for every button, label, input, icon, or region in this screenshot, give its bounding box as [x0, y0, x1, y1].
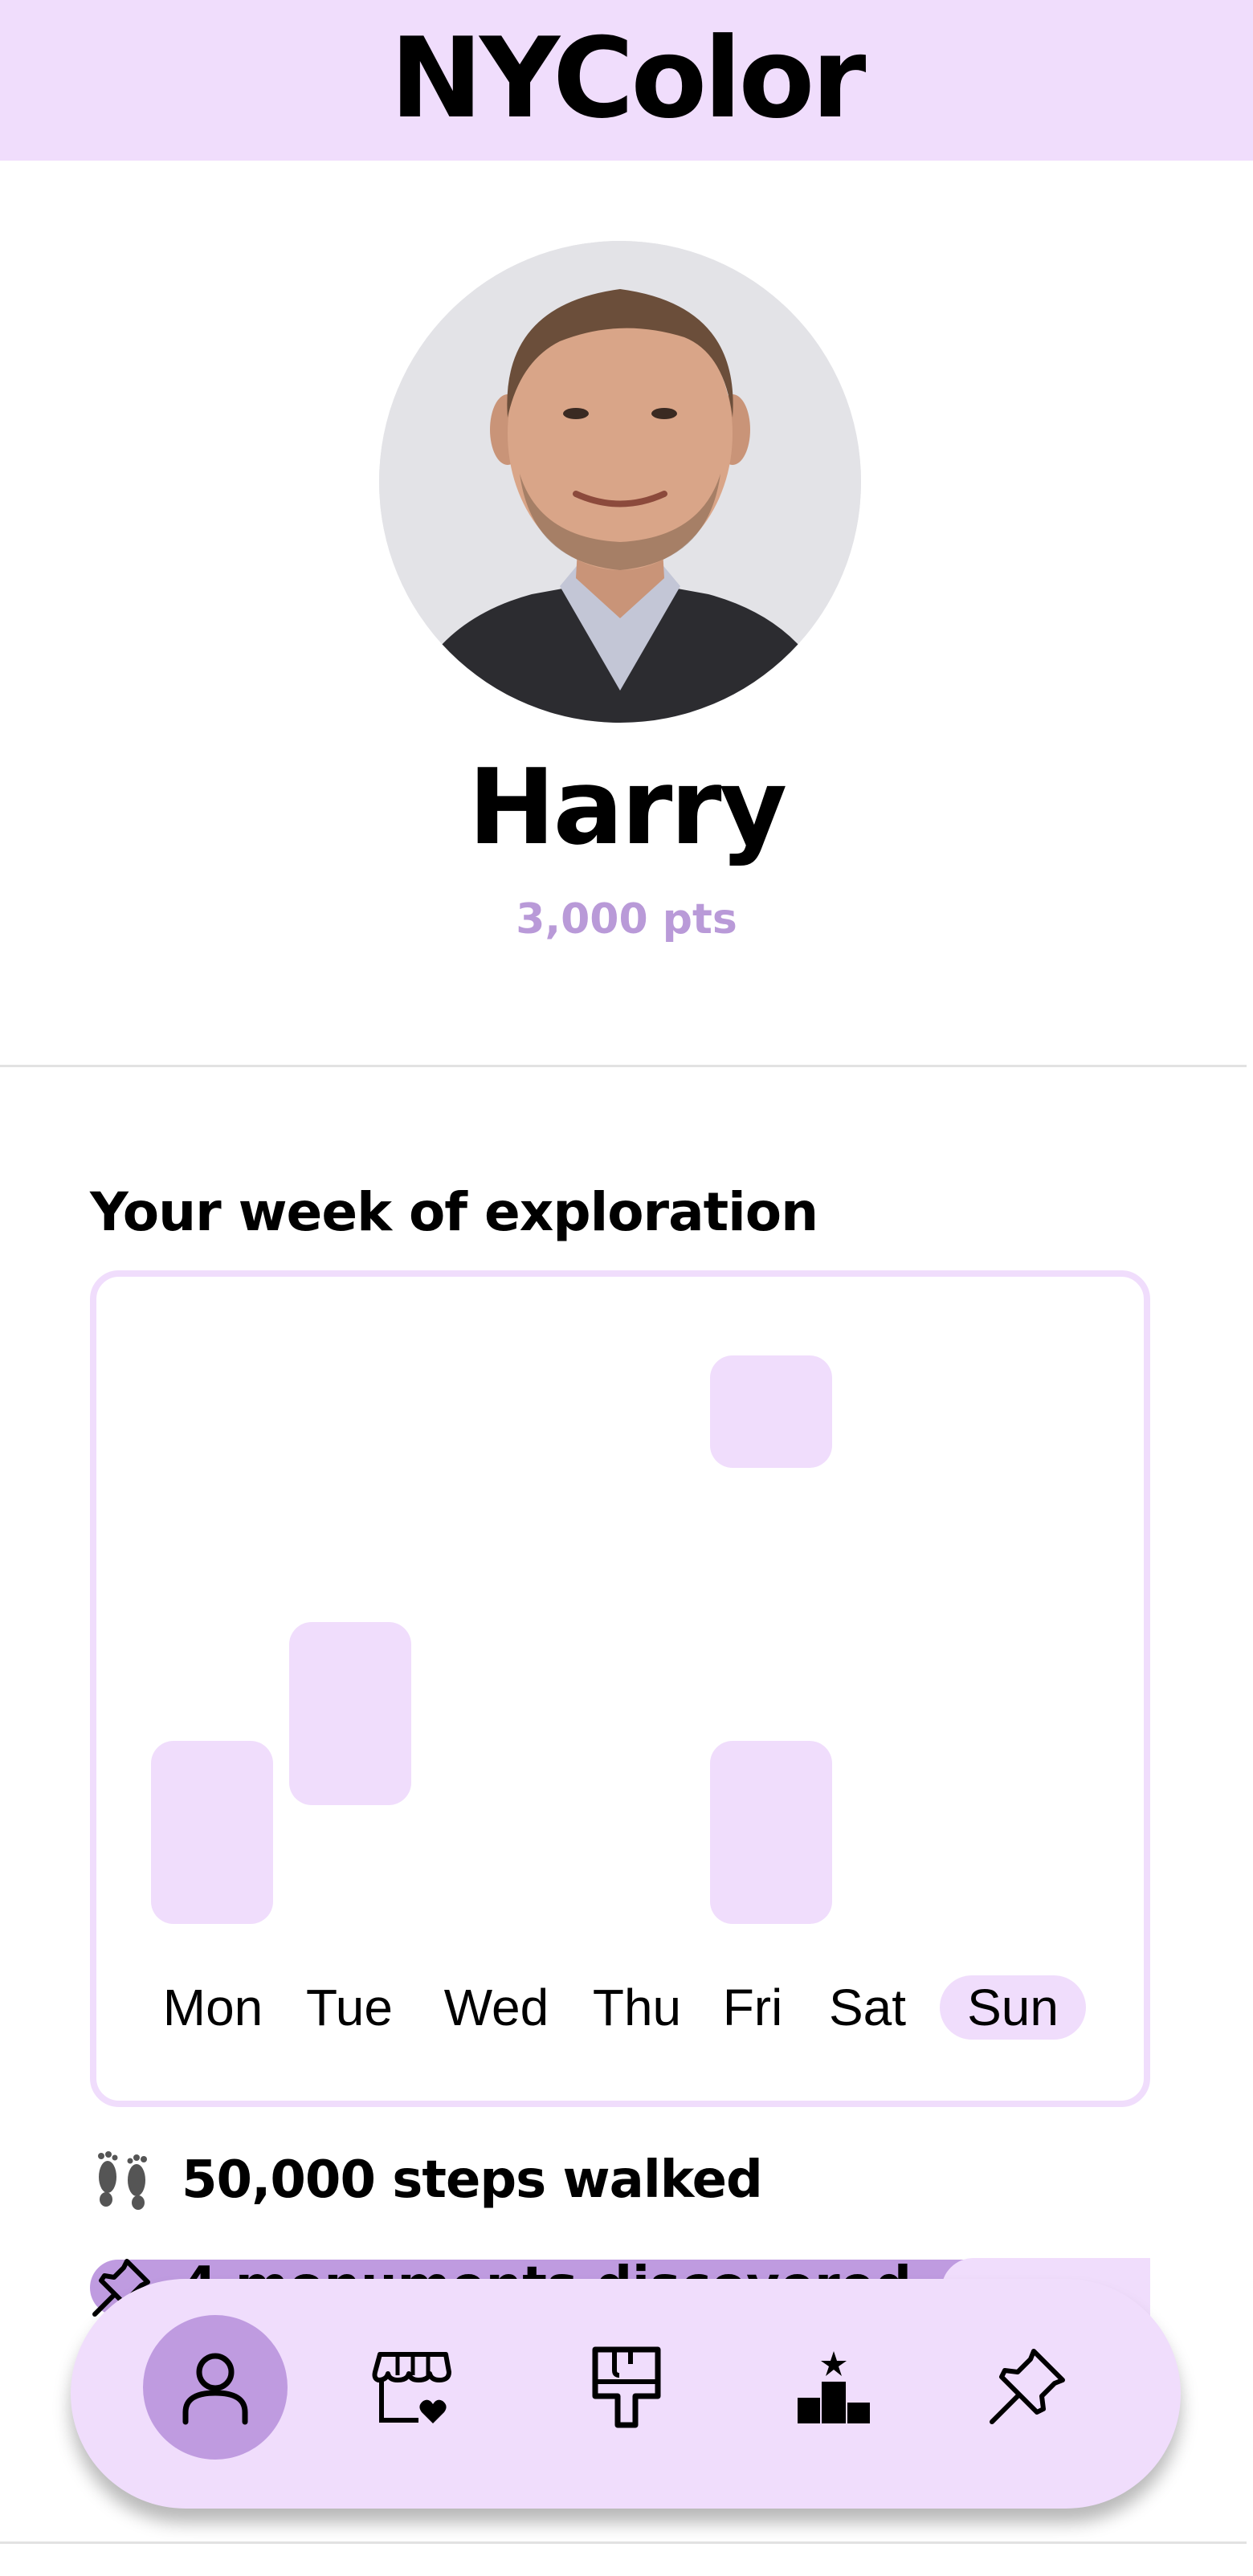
- day-label-mon: Mon: [162, 1979, 263, 2036]
- person-icon: [182, 2353, 248, 2425]
- nav-leaderboard-button[interactable]: [761, 2315, 906, 2460]
- bottom-navigation: [71, 2279, 1181, 2509]
- day-block-tue: [289, 1622, 411, 1805]
- day-block-fri-top: [710, 1355, 832, 1468]
- nav-shop-button[interactable]: [341, 2315, 485, 2460]
- avatar-photo: [379, 241, 861, 723]
- week-section-title: Your week of exploration: [90, 1181, 818, 1243]
- section-divider: [0, 1065, 1247, 1067]
- pushpin-icon: [990, 2349, 1065, 2424]
- podium-star-icon: [798, 2351, 870, 2423]
- user-points: 3,000 pts: [516, 895, 737, 944]
- nav-paint-button[interactable]: [554, 2315, 699, 2460]
- day-label-wed: Wed: [443, 1979, 549, 2036]
- day-label-fri: Fri: [722, 1979, 783, 2036]
- day-block-fri: [710, 1741, 832, 1924]
- user-name: Harry: [467, 746, 788, 868]
- week-activity-card: Mon Tue Wed Thu Fri Sat Sun: [90, 1270, 1150, 2107]
- avatar: [379, 241, 861, 723]
- paint-roller-icon: [592, 2346, 661, 2428]
- bottom-divider: [0, 2541, 1247, 2544]
- app-header: NYColor: [0, 0, 1253, 161]
- day-block-mon: [151, 1741, 273, 1924]
- steps-stat-text: 50,000 steps walked: [182, 2150, 763, 2210]
- footprints-icon: [98, 2151, 147, 2210]
- day-label-thu: Thu: [592, 1979, 682, 2036]
- steps-stat: 50,000 steps walked: [90, 2144, 763, 2216]
- nav-pins-button[interactable]: [954, 2315, 1099, 2460]
- storefront-heart-icon: [372, 2352, 451, 2423]
- day-label-tue: Tue: [306, 1979, 393, 2036]
- app-title: NYColor: [390, 14, 867, 143]
- day-label-sat: Sat: [828, 1979, 907, 2036]
- nav-profile-button[interactable]: [143, 2315, 288, 2460]
- day-label-sun: Sun: [940, 1975, 1086, 2040]
